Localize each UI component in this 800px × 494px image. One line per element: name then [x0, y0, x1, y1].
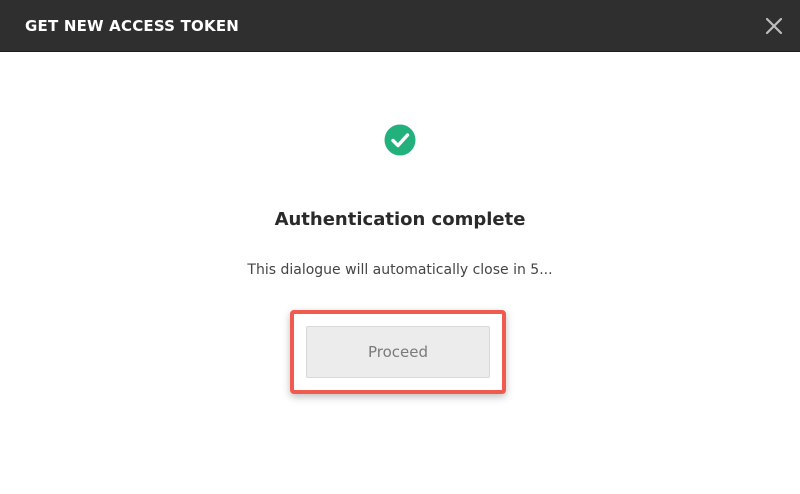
dialog-title: GET NEW ACCESS TOKEN [25, 17, 240, 35]
proceed-highlight: Proceed [290, 310, 506, 394]
authentication-heading: Authentication complete [274, 209, 526, 230]
dialog-titlebar: GET NEW ACCESS TOKEN [0, 0, 800, 52]
dialog-content: Authentication complete This dialogue wi… [0, 52, 800, 494]
access-token-dialog: GET NEW ACCESS TOKEN Authentication comp… [0, 0, 800, 494]
auto-close-message: This dialogue will automatically close i… [247, 262, 553, 278]
close-icon[interactable] [764, 16, 784, 36]
proceed-button[interactable]: Proceed [306, 326, 490, 378]
check-circle-icon [384, 124, 416, 156]
